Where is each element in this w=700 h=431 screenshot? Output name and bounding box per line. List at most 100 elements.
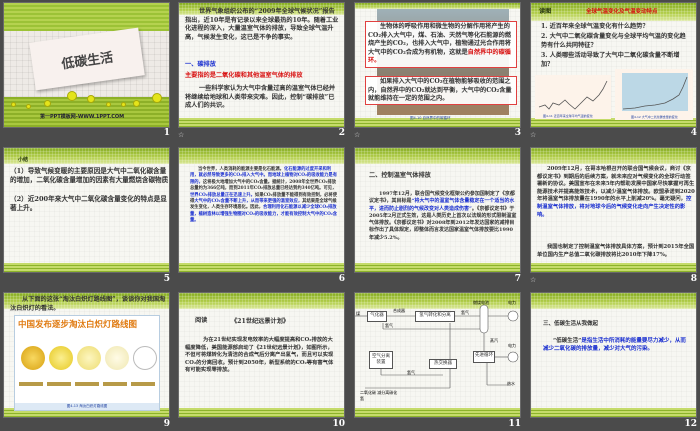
slide-footer-url: 第一PPT模板网-WWW.1PPT.COM: [40, 114, 125, 120]
text-box: 如果排入大气中的CO₂在植物能够吸收的范围之内，自然界中的CO₂就达到平衡，大气…: [365, 76, 517, 105]
slide-header-band: [4, 148, 169, 164]
flow-label: 氢气: [385, 323, 393, 328]
slide-header-band: [355, 148, 520, 164]
paragraph: 一些科学家认为大气中含量过高的温室气体已经并将继续给地球和人类带来灾难。因此，控…: [185, 85, 336, 110]
green-band-top: [4, 3, 169, 31]
decor-dot: [121, 102, 126, 107]
slide-thumbnail-8[interactable]: 2009年12月，在哥本哈根召开的联合国气候会议，商讨《京都议定书》到期后的后续…: [530, 147, 697, 273]
slide-thumbnail-5[interactable]: 小结 （1）导致气候变暖的主要原因是大气中二氧化碳含量的增加，二氧化碳含量增加的…: [3, 147, 170, 273]
section-heading: 一、碳排放: [185, 61, 216, 68]
animation-icon[interactable]: ☆: [354, 131, 360, 139]
slide-number: 4: [690, 128, 697, 138]
slide-title: 二、控制温室气体排放: [369, 172, 431, 179]
slide-thumbnail-7[interactable]: 二、控制温室气体排放 1997年12月，联合国气候变化框架公约参加国制定了《京都…: [354, 147, 521, 273]
bulb-icon: [133, 346, 157, 370]
slide-title: 全球气温变化及气温变动特点: [586, 9, 658, 15]
slide-label: 阅读: [195, 317, 208, 324]
figure-caption: 图4-12 大气中二氧化碳含量的变化: [631, 115, 678, 119]
slide-thumbnail-3[interactable]: 生物体的呼吸作用和微生物的分解作用将产生的CO₂排入大气中，煤、石油、天然气等化…: [354, 2, 521, 128]
slide-thumbnail-10[interactable]: 阅读 《21世纪远景计划》 为在21世纪实现发电效率的大幅度提高和CO₂排放的大…: [178, 292, 345, 418]
question: 1. 近百年来全球气温变化有什么趋势？: [541, 23, 649, 30]
decor-dot: [11, 102, 16, 107]
slide-number: 3: [514, 128, 521, 138]
highlight-text: 世界CO₂排放总量正在迅速上升。: [190, 192, 255, 198]
paragraph: 我国也制定了控制温室气体排放具体方案，预计到2015年全国单位国内生产总值二氧化…: [537, 244, 695, 258]
flow-label: 氢气: [461, 310, 469, 315]
decor-dot: [133, 100, 140, 107]
decor-dot: [106, 102, 111, 107]
bulb-icon: [49, 346, 73, 370]
paragraph: 为在21世纪实现发电效率的大幅度提高和CO₂排放的大幅度降低，美国能源部启动了《…: [185, 337, 334, 374]
paragraph: 如果排入大气中的CO₂在植物能够吸收的范围之内，自然界中的CO₂就达到平衡，大气…: [368, 78, 512, 103]
question: 3. 人类哪些活动导致了大气中二氧化碳含量不断增加？: [541, 52, 680, 68]
bulb-icon: [21, 346, 45, 370]
flow-label: 煤: [356, 311, 360, 316]
slide-number: 5: [163, 274, 170, 284]
slide-title: 低碳生活: [29, 27, 145, 91]
flow-node: 气化器: [367, 311, 387, 322]
slide-number: 7: [514, 274, 521, 284]
bulb-roadmap-poster: 中国发布逐步淘汰白炽灯路线图 图4-13 淘汰白炽灯路线图: [14, 315, 160, 411]
paragraph: （1）导致气候变暖的主要原因是大气中二氧化碳含量的增加，二氧化碳含量增加的因素有…: [10, 167, 169, 185]
slide-title: 《21世纪远景计划》: [231, 318, 290, 325]
highlight-text: 主要指的是二氧化碳和其他温室气体的排放: [185, 72, 303, 79]
slide-footer-band: [179, 408, 344, 417]
flow-label: 二氧化碳 减分离碳化氢: [360, 390, 398, 401]
slide-header-band: [179, 148, 344, 164]
flow-node: 先进循环: [473, 351, 495, 363]
decor-dot: [26, 104, 31, 109]
slide-thumbnail-11[interactable]: 气化器 合成器 氢气转化和分离 燃烧电池 电力 空气分离装置 热交换器 先进循环…: [354, 292, 521, 418]
slide-thumbnail-1[interactable]: 低碳生活 第一PPT模板网-WWW.1PPT.COM: [3, 2, 170, 128]
flow-label: 氢气: [407, 370, 415, 375]
decor-dot: [87, 95, 95, 103]
bulb-icon: [105, 346, 129, 370]
slide-footer-band: [179, 263, 344, 272]
flow-node: 空气分离装置: [369, 351, 393, 369]
animation-icon[interactable]: ☆: [178, 131, 184, 139]
question: 2. 大气中二氧化碳含量变化与全球平均气温的变化趋势有什么共同特征？: [541, 33, 686, 49]
slide-thumbnail-4[interactable]: 读图 全球气温变化及气温变动特点 1. 近百年来全球气温变化有什么趋势？ 2. …: [530, 2, 697, 128]
flow-label: 电力: [508, 343, 516, 348]
slide-number: 10: [332, 419, 345, 429]
paragraph: 当今世界，人类消耗的能源主要是化石能源。化石能源的过度开采和利用，就必然导致更多…: [190, 167, 337, 225]
paragraph: （2）近200年来大气中二氧化碳含量变化的特点是显著上升。: [10, 195, 167, 213]
slide-number: 12: [684, 419, 697, 429]
slide-thumbnail-12[interactable]: 三、低碳生活从我做起 “低碳生活”是指生活中所消耗的能量要尽力减少，从而减少二氧…: [530, 292, 697, 418]
paragraph: 1997年12月，联合国气候变化框架公约参加国制定了《京都议定书》，其目标是“将…: [369, 191, 517, 242]
figure-caption: 图4-10 自然界中的碳循环: [410, 116, 451, 120]
slide-thumbnail-6[interactable]: 当今世界，人类消耗的能源主要是化石能源。化石能源的过度开采和利用，就必然导致更多…: [178, 147, 345, 273]
paragraph: “低碳生活”是指生活中所消耗的能量要尽力减少，从而减少二氧化碳的排放量，减少对大…: [543, 337, 691, 353]
slide-number: 1: [163, 128, 170, 138]
decor-dot: [44, 100, 51, 107]
paragraph: 从下面的这张“淘汰白炽灯路线图”，谈谈你对我国淘汰白炽灯的看法。: [10, 296, 166, 312]
green-band-bottom: [4, 97, 169, 127]
figure-caption: 图4-11 近百年来全球平均气温的变化: [543, 114, 593, 118]
slide-number: 2: [338, 128, 345, 138]
figure-caption: 图4-13 淘汰白炽灯路线图: [15, 403, 159, 410]
slide-header-band: [531, 148, 696, 164]
slide-footer-band: [531, 408, 696, 417]
slide-thumbnail-9[interactable]: 从下面的这张“淘汰白炽灯路线图”，谈谈你对我国淘汰白炽灯的看法。 中国发布逐步淘…: [3, 292, 170, 418]
highlight-text: 大气中的CO₂含量不断上升，从而带来更强的温室效应，: [194, 199, 303, 205]
text-run: 当今世界，人类消耗的能源主要是化石能源。: [198, 167, 284, 172]
slide-thumbnail-2[interactable]: 世界气象组织公布的“2009年全球气候状况”报告指出，近10年是有记录以来全球最…: [178, 2, 345, 128]
co2-chart: 图4-12 大气中二氧化碳含量的变化: [615, 69, 693, 120]
paragraph: 世界气象组织公布的“2009年全球气候状况”报告指出，近10年是有记录以来全球最…: [185, 8, 339, 41]
slide-title: 小结: [18, 157, 29, 163]
decor-dot: [67, 91, 77, 101]
slide-label: 读图: [539, 8, 552, 15]
flow-label: 合成器: [393, 308, 405, 313]
animation-icon[interactable]: ☆: [530, 131, 536, 139]
slide-number: 11: [508, 419, 521, 429]
temperature-chart: 图4-11 近百年来全球平均气温的变化: [535, 75, 611, 119]
slide-footer-band: [4, 263, 169, 272]
text-box: 生物体的呼吸作用和微生物的分解作用将产生的CO₂排入大气中，煤、石油、天然气等化…: [365, 21, 517, 68]
slide-number: 6: [338, 274, 345, 284]
flow-label: 燃烧电池: [473, 300, 489, 305]
slide-title: 三、低碳生活从我做起: [543, 321, 599, 327]
paragraph: 2009年12月，在哥本哈根召开的联合国气候会议，商讨《京都议定书》到期后的后续…: [537, 166, 695, 219]
slide-footer-band: [531, 263, 696, 272]
decor-dot: [152, 93, 162, 103]
animation-icon[interactable]: ☆: [530, 276, 536, 284]
flow-label: 蒸汽: [490, 338, 498, 343]
